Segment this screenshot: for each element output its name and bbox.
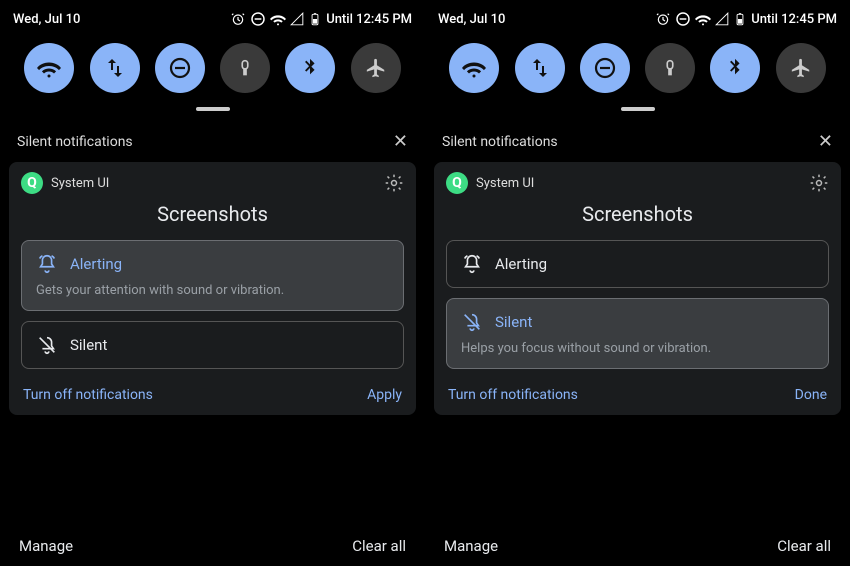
quick-settings-row xyxy=(5,29,420,101)
android-q-icon: Q xyxy=(446,172,468,194)
turn-off-notifications-link[interactable]: Turn off notifications xyxy=(448,387,578,403)
quick-settings-row xyxy=(430,29,845,101)
status-bar: Wed, Jul 10 Until 12:45 PM xyxy=(5,5,420,29)
signal-status-icon xyxy=(290,12,304,26)
battery-status-icon xyxy=(733,12,747,26)
option-silent-label: Silent xyxy=(495,313,532,331)
airplane-icon xyxy=(790,57,812,79)
option-alerting[interactable]: Alerting xyxy=(446,240,829,288)
alarm-icon xyxy=(230,11,246,27)
bluetooth-icon xyxy=(299,57,321,79)
turn-off-notifications-link[interactable]: Turn off notifications xyxy=(23,387,153,403)
option-alerting[interactable]: Alerting Gets your attention with sound … xyxy=(21,240,404,311)
wifi-icon xyxy=(37,56,61,80)
clear-all-button[interactable]: Clear all xyxy=(352,537,406,555)
drag-handle[interactable] xyxy=(621,107,655,111)
option-alerting-label: Alerting xyxy=(70,255,122,273)
dnd-status-icon xyxy=(250,11,266,27)
gear-icon[interactable] xyxy=(384,173,404,193)
silent-section-header: Silent notifications ✕ xyxy=(5,121,420,162)
signal-status-icon xyxy=(715,12,729,26)
option-silent[interactable]: Silent Helps you focus without sound or … xyxy=(446,298,829,369)
alarm-icon xyxy=(655,11,671,27)
channel-title: Screenshots xyxy=(21,202,404,226)
silent-section-label: Silent notifications xyxy=(442,134,558,150)
flashlight-icon xyxy=(659,57,681,79)
bell-off-icon xyxy=(461,311,483,333)
wifi-status-icon xyxy=(695,11,711,27)
notification-card: Q System UI Screenshots Alerting Gets yo… xyxy=(9,162,416,415)
panel-silent-selected: Wed, Jul 10 Until 12:45 PM Silent notifi… xyxy=(425,0,850,566)
flashlight-icon xyxy=(234,57,256,79)
wifi-status-icon xyxy=(270,11,286,27)
app-identity: Q System UI xyxy=(21,172,109,194)
flashlight-tile[interactable] xyxy=(645,43,695,93)
app-name-label: System UI xyxy=(476,176,534,191)
wifi-tile[interactable] xyxy=(449,43,499,93)
panel-alerting-selected: Wed, Jul 10 Until 12:45 PM Silent notifi… xyxy=(0,0,425,566)
manage-button[interactable]: Manage xyxy=(444,537,498,555)
bell-alert-icon xyxy=(36,253,58,275)
status-right-cluster: Until 12:45 PM xyxy=(230,11,412,27)
bell-alert-icon xyxy=(461,253,483,275)
wifi-tile[interactable] xyxy=(24,43,74,93)
apply-button[interactable]: Apply xyxy=(367,387,402,403)
footer: Manage Clear all xyxy=(430,523,845,561)
status-date: Wed, Jul 10 xyxy=(13,12,80,27)
status-date: Wed, Jul 10 xyxy=(438,12,505,27)
drag-handle[interactable] xyxy=(196,107,230,111)
status-right-cluster: Until 12:45 PM xyxy=(655,11,837,27)
notification-card: Q System UI Screenshots Alerting Silent … xyxy=(434,162,841,415)
option-silent[interactable]: Silent xyxy=(21,321,404,369)
airplane-tile[interactable] xyxy=(351,43,401,93)
dnd-status-icon xyxy=(675,11,691,27)
android-q-icon: Q xyxy=(21,172,43,194)
close-icon[interactable]: ✕ xyxy=(818,131,833,152)
status-bar: Wed, Jul 10 Until 12:45 PM xyxy=(430,5,845,29)
option-alerting-desc: Gets your attention with sound or vibrat… xyxy=(36,283,389,298)
battery-status-icon xyxy=(308,12,322,26)
option-silent-desc: Helps you focus without sound or vibrati… xyxy=(461,341,814,356)
airplane-icon xyxy=(365,57,387,79)
app-name-label: System UI xyxy=(51,176,109,191)
status-battery-text: Until 12:45 PM xyxy=(326,12,412,27)
silent-section-label: Silent notifications xyxy=(17,134,133,150)
data-swap-icon xyxy=(103,56,127,80)
option-alerting-label: Alerting xyxy=(495,255,547,273)
data-swap-icon xyxy=(528,56,552,80)
dnd-icon xyxy=(168,56,192,80)
airplane-tile[interactable] xyxy=(776,43,826,93)
close-icon[interactable]: ✕ xyxy=(393,131,408,152)
done-button[interactable]: Done xyxy=(795,387,827,403)
option-silent-label: Silent xyxy=(70,336,107,354)
bluetooth-tile[interactable] xyxy=(710,43,760,93)
data-tile[interactable] xyxy=(90,43,140,93)
channel-title: Screenshots xyxy=(446,202,829,226)
bluetooth-icon xyxy=(724,57,746,79)
data-tile[interactable] xyxy=(515,43,565,93)
gear-icon[interactable] xyxy=(809,173,829,193)
footer: Manage Clear all xyxy=(5,523,420,561)
clear-all-button[interactable]: Clear all xyxy=(777,537,831,555)
bluetooth-tile[interactable] xyxy=(285,43,335,93)
dnd-icon xyxy=(593,56,617,80)
dnd-tile[interactable] xyxy=(155,43,205,93)
dnd-tile[interactable] xyxy=(580,43,630,93)
manage-button[interactable]: Manage xyxy=(19,537,73,555)
flashlight-tile[interactable] xyxy=(220,43,270,93)
bell-off-icon xyxy=(36,334,58,356)
app-identity: Q System UI xyxy=(446,172,534,194)
status-battery-text: Until 12:45 PM xyxy=(751,12,837,27)
wifi-icon xyxy=(462,56,486,80)
silent-section-header: Silent notifications ✕ xyxy=(430,121,845,162)
